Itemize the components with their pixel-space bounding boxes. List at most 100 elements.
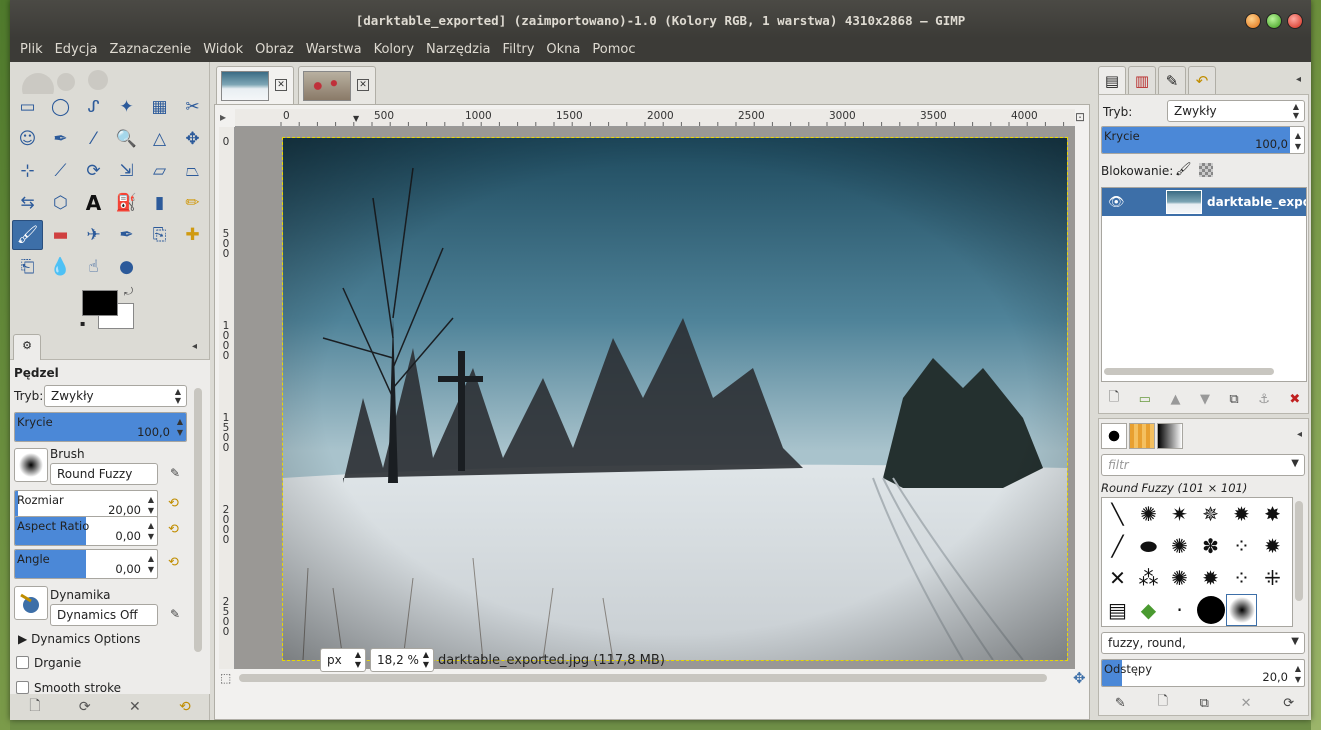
undo-history-tab-icon[interactable]: ↶ bbox=[1188, 66, 1216, 94]
title-bar[interactable]: [darktable_exported] (zaimportowano)-1.0… bbox=[10, 0, 1311, 38]
eraser-icon[interactable]: ▬ bbox=[45, 220, 76, 250]
dock-menu-icon[interactable]: ◂ bbox=[1297, 429, 1302, 440]
color-select-icon[interactable]: ▦ bbox=[144, 92, 175, 122]
brush-cell[interactable]: ✽ bbox=[1195, 530, 1226, 562]
reset-aspect-icon[interactable]: ⟲ bbox=[168, 522, 184, 538]
brush-tags-input[interactable]: fuzzy, round, ▼ bbox=[1101, 632, 1305, 654]
brush-cell[interactable]: ⁂ bbox=[1133, 562, 1164, 594]
spacing-slider[interactable]: Odstępy 20,0 ▲ ▼ bbox=[1101, 659, 1305, 687]
menu-6[interactable]: Kolory bbox=[368, 38, 420, 62]
winter-landscape-image[interactable] bbox=[282, 137, 1068, 661]
delete-options-icon[interactable]: ✕ bbox=[129, 699, 141, 715]
heal-icon[interactable]: ✚ bbox=[177, 220, 208, 250]
flip-icon[interactable]: ⇆ bbox=[12, 188, 43, 218]
layer-opacity-slider[interactable]: Krycie 100,0 ▲ ▼ bbox=[1101, 126, 1305, 154]
brush-cell[interactable]: ✕ bbox=[1102, 562, 1133, 594]
swap-colors-icon[interactable]: ⤾ bbox=[124, 285, 133, 299]
lock-pixels-icon[interactable]: 🖌 bbox=[1175, 162, 1192, 177]
menu-2[interactable]: Zaznaczenie bbox=[103, 38, 197, 62]
dock-menu-icon[interactable]: ◂ bbox=[1296, 74, 1301, 85]
jitter-checkbox[interactable] bbox=[16, 656, 29, 669]
new-group-icon[interactable]: ▭ bbox=[1139, 392, 1151, 407]
new-brush-icon[interactable]: 🗋 bbox=[1157, 692, 1167, 714]
align-icon[interactable]: ⊹ bbox=[12, 156, 43, 186]
dynamics-preview[interactable] bbox=[14, 586, 48, 620]
zoom-icon[interactable]: 🔍 bbox=[111, 124, 142, 154]
text-icon[interactable]: A bbox=[78, 188, 109, 218]
tool-options-tab[interactable]: ⚙ bbox=[13, 334, 41, 360]
menu-9[interactable]: Okna bbox=[540, 38, 586, 62]
cage-icon[interactable]: ⬡ bbox=[45, 188, 76, 218]
visibility-eye-icon[interactable]: 👁 bbox=[1108, 195, 1125, 210]
tool-options-scrollbar[interactable] bbox=[194, 388, 202, 652]
brushes-tab-icon[interactable] bbox=[1101, 423, 1127, 449]
layer-row[interactable]: 👁 darktable_exported bbox=[1102, 188, 1306, 216]
brush-cell[interactable]: ╱ bbox=[1102, 530, 1133, 562]
edit-dynamics-icon[interactable]: ✎ bbox=[170, 607, 186, 623]
duplicate-layer-icon[interactable]: ⧉ bbox=[1229, 392, 1238, 407]
clone-icon[interactable]: ⎘ bbox=[144, 220, 175, 250]
reset-size-icon[interactable]: ⟲ bbox=[168, 496, 184, 512]
brush-cell[interactable]: ⁜ bbox=[1257, 562, 1288, 594]
brush-preview[interactable] bbox=[14, 448, 48, 482]
minimize-button[interactable] bbox=[1245, 13, 1261, 29]
perspective-icon[interactable]: ⏢ bbox=[177, 156, 208, 186]
scissors-icon[interactable]: ✂ bbox=[177, 92, 208, 122]
menu-4[interactable]: Obraz bbox=[249, 38, 300, 62]
close-tab-icon[interactable]: ✕ bbox=[275, 79, 287, 91]
brush-cell[interactable]: ✸ bbox=[1257, 498, 1288, 530]
maximize-button[interactable] bbox=[1266, 13, 1282, 29]
spin-arrows-icon[interactable]: ▲ ▼ bbox=[148, 494, 154, 516]
angle-slider[interactable]: Angle 0,00 ▲ ▼ bbox=[14, 549, 158, 579]
edit-brush-icon[interactable]: ✎ bbox=[1115, 696, 1126, 711]
default-colors-icon[interactable]: ▪ bbox=[80, 319, 90, 329]
brush-cell[interactable]: ✹ bbox=[1195, 562, 1226, 594]
menu-10[interactable]: Pomoc bbox=[586, 38, 641, 62]
spin-arrows-icon[interactable]: ▲ ▼ bbox=[1295, 130, 1301, 152]
dodge-burn-icon[interactable]: ● bbox=[111, 252, 142, 282]
brush-cell[interactable]: ✹ bbox=[1226, 498, 1257, 530]
lower-layer-icon[interactable]: ▼ bbox=[1200, 392, 1210, 407]
brush-cell[interactable]: ✺ bbox=[1133, 498, 1164, 530]
brush-cell[interactable] bbox=[1195, 594, 1226, 626]
close-tab-icon[interactable]: ✕ bbox=[357, 79, 369, 91]
restore-options-icon[interactable]: ⟳ bbox=[79, 699, 91, 715]
horizontal-ruler[interactable]: 0 500 1000 1500 2000 2500 3000 3500 4000… bbox=[235, 109, 1075, 127]
lock-alpha-icon[interactable] bbox=[1199, 163, 1213, 177]
image-menu-icon[interactable]: ▸ bbox=[220, 110, 226, 124]
blur-icon[interactable]: 💧 bbox=[45, 252, 76, 282]
layer-list-scrollbar[interactable] bbox=[1104, 368, 1274, 375]
brush-cell[interactable]: ▤ bbox=[1102, 594, 1133, 626]
brush-cell[interactable]: ◆ bbox=[1133, 594, 1164, 626]
shear-icon[interactable]: ▱ bbox=[144, 156, 175, 186]
brush-cell[interactable]: ✷ bbox=[1164, 498, 1195, 530]
edit-brush-icon[interactable]: ✎ bbox=[170, 466, 186, 482]
zoom-fit-icon[interactable]: ⊡ bbox=[1075, 110, 1085, 124]
foreground-select-icon[interactable]: ☺ bbox=[12, 124, 43, 154]
paint-mode-select[interactable]: Zwykły ▲ ▼ bbox=[44, 385, 187, 407]
brush-cell[interactable] bbox=[1226, 594, 1257, 626]
dock-menu-icon[interactable]: ◂ bbox=[192, 341, 197, 352]
duplicate-brush-icon[interactable]: ⧉ bbox=[1200, 696, 1209, 711]
dynamics-name-field[interactable]: Dynamics Off bbox=[50, 604, 158, 626]
refresh-brushes-icon[interactable]: ⟳ bbox=[1283, 696, 1294, 711]
airbrush-icon[interactable]: ✈ bbox=[78, 220, 109, 250]
brush-cell[interactable]: ⁘ bbox=[1226, 562, 1257, 594]
opacity-slider[interactable]: Krycie 100,0 ▲ ▼ bbox=[14, 412, 187, 442]
rotate-icon[interactable]: ⟳ bbox=[78, 156, 109, 186]
pencil-icon[interactable]: ✏ bbox=[177, 188, 208, 218]
aspect-ratio-slider[interactable]: Aspect Ratio 0,00 ▲ ▼ bbox=[14, 516, 158, 546]
smudge-icon[interactable]: ☝ bbox=[78, 252, 109, 282]
free-select-icon[interactable]: ᔑ bbox=[78, 92, 109, 122]
menu-0[interactable]: Plik bbox=[14, 38, 49, 62]
menu-3[interactable]: Widok bbox=[197, 38, 249, 62]
paths-icon[interactable]: ✒ bbox=[45, 124, 76, 154]
paths-tab-icon[interactable]: ✎ bbox=[1158, 66, 1186, 94]
layers-tab-icon[interactable]: ▤ bbox=[1098, 66, 1126, 94]
menu-7[interactable]: Narzędzia bbox=[420, 38, 497, 62]
blend-icon[interactable]: ▮ bbox=[144, 188, 175, 218]
brush-cell[interactable]: ✺ bbox=[1164, 530, 1195, 562]
menu-1[interactable]: Edycja bbox=[49, 38, 104, 62]
unit-select[interactable]: px ▲ ▼ bbox=[320, 648, 366, 672]
spin-arrows-icon[interactable]: ▲ ▼ bbox=[1295, 663, 1301, 685]
